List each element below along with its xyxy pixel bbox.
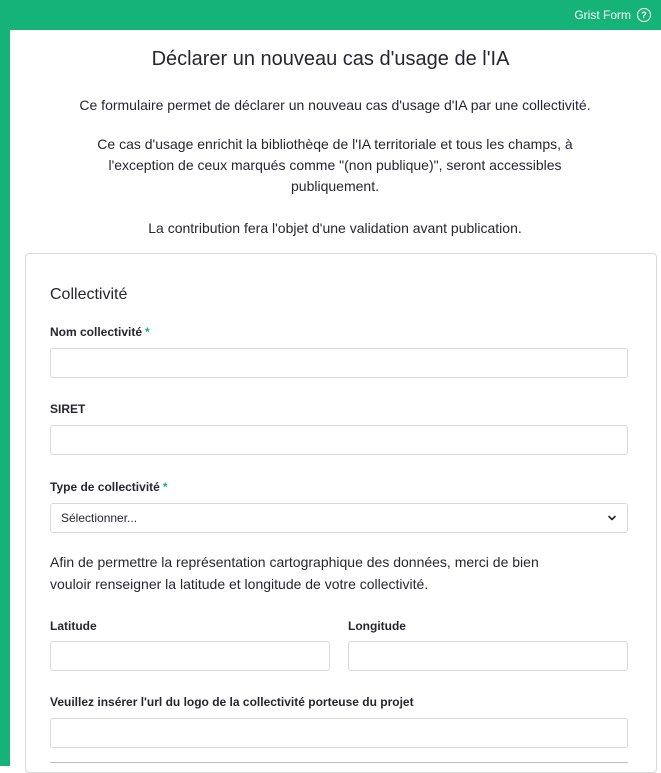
section-divider xyxy=(50,762,628,763)
intro-paragraph-2-line-3: publiquement. xyxy=(291,178,379,194)
longitude-label: Longitude xyxy=(348,619,406,633)
brand-label: Grist Form xyxy=(574,8,631,22)
chevron-down-icon xyxy=(608,515,616,521)
geo-note-line-1: Afin de permettre la représentation cart… xyxy=(50,554,539,570)
intro-paragraph-2-line-2: l'exception de ceux marqués comme "(non … xyxy=(108,157,562,173)
intro-paragraph-1: Ce formulaire permet de déclarer un nouv… xyxy=(79,97,591,113)
required-mark: * xyxy=(145,325,150,339)
form-title: Déclarer un nouveau cas d'usage de l'IA xyxy=(151,48,510,70)
latitude-label: Latitude xyxy=(50,619,97,633)
type-collectivite-selected: Sélectionner... xyxy=(61,511,138,525)
logo-url-label: Veuillez insérer l'url du logo de la col… xyxy=(50,695,414,709)
geo-note: Afin de permettre la représentation cart… xyxy=(50,551,635,595)
geo-note-line-2: vouloir renseigner la latitude et longit… xyxy=(50,576,429,592)
required-mark: * xyxy=(162,480,168,494)
top-bar: Grist Form ? xyxy=(0,0,661,30)
siret-label: SIRET xyxy=(50,402,86,416)
nom-collectivite-label-text: Nom collectivité xyxy=(50,325,143,339)
intro-paragraph-2-line-1: Ce cas d'usage enrichit la bibliothèqe d… xyxy=(97,136,573,152)
section-title: Collectivité xyxy=(50,286,128,303)
nom-collectivite-input[interactable] xyxy=(50,348,628,378)
type-collectivite-select[interactable]: Sélectionner... xyxy=(50,503,628,533)
help-circle-icon[interactable]: ? xyxy=(637,8,651,22)
longitude-input[interactable] xyxy=(348,641,628,671)
logo-url-input[interactable] xyxy=(50,718,628,748)
nom-collectivite-label: Nom collectivité * xyxy=(50,325,150,339)
latitude-input[interactable] xyxy=(50,641,330,671)
siret-input[interactable] xyxy=(50,425,628,455)
grist-form-brand[interactable]: Grist Form ? xyxy=(574,0,651,30)
intro-paragraph-3: La contribution fera l'objet d'une valid… xyxy=(148,220,522,236)
type-collectivite-label-text: Type de collectivité xyxy=(50,480,160,494)
type-collectivite-label: Type de collectivité * xyxy=(50,480,168,494)
